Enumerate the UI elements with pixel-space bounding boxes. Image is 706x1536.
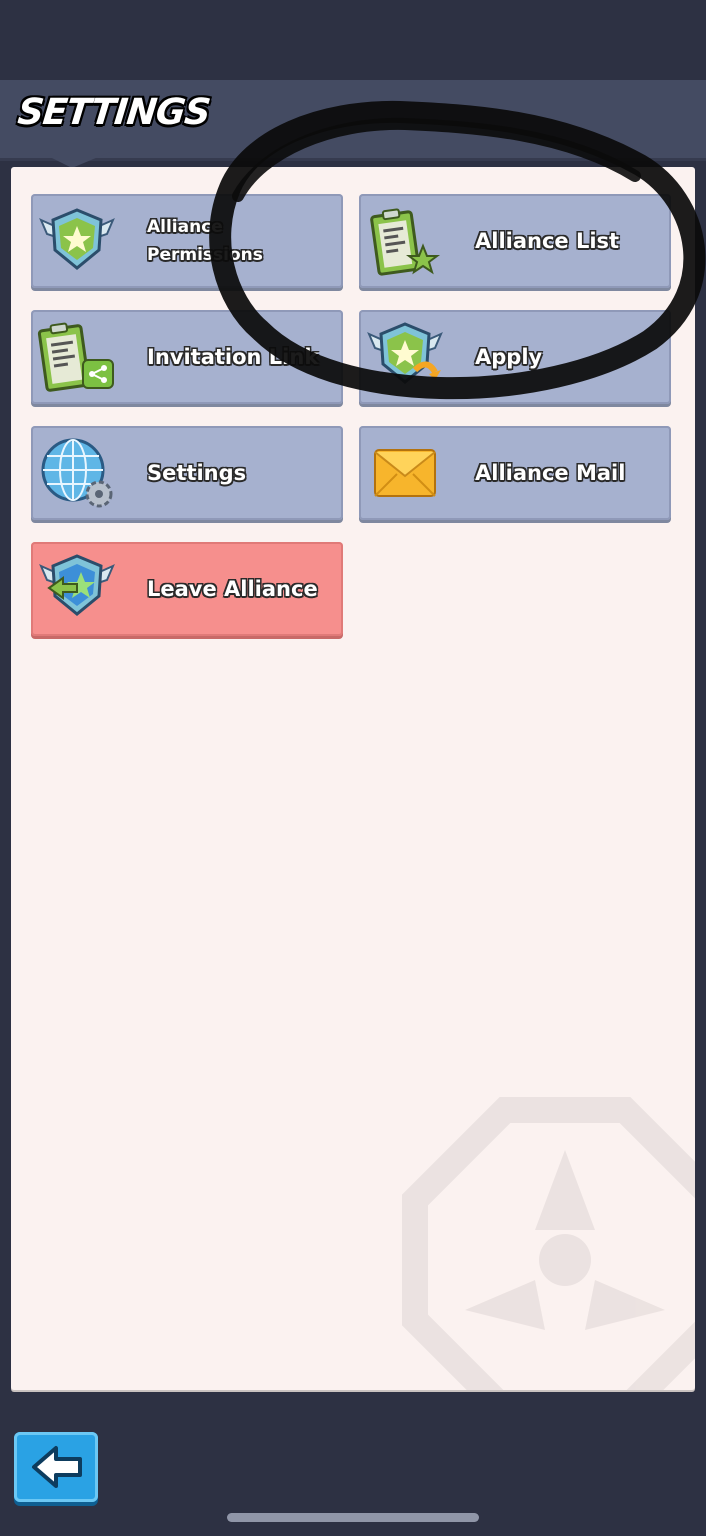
- settings-button[interactable]: Settings: [31, 426, 343, 520]
- back-arrow-icon: [32, 1446, 82, 1488]
- invitation-link-label: Invitation Link: [147, 345, 319, 369]
- status-bar-area: [0, 0, 706, 80]
- clipboard-star-icon: [370, 208, 440, 276]
- leave-alliance-label: Leave Alliance: [147, 577, 318, 601]
- alliance-badge-exit-icon: [39, 554, 115, 616]
- leave-alliance-button[interactable]: Leave Alliance: [31, 542, 343, 636]
- clipboard-share-icon: [37, 322, 114, 392]
- alliance-permissions-label: Alliance Permissions: [147, 217, 263, 265]
- apply-label: Apply: [475, 345, 543, 369]
- apply-button[interactable]: Apply: [359, 310, 671, 404]
- alliance-permissions-button[interactable]: Alliance Permissions: [31, 194, 343, 288]
- alliance-mail-button[interactable]: Alliance Mail: [359, 426, 671, 520]
- alliance-badge-arrow-icon: [367, 322, 443, 384]
- back-button[interactable]: [14, 1432, 98, 1502]
- alliance-list-button[interactable]: Alliance List: [359, 194, 671, 288]
- home-indicator: [227, 1513, 479, 1522]
- envelope-icon: [374, 449, 436, 497]
- invitation-link-button[interactable]: Invitation Link: [31, 310, 343, 404]
- settings-label: Settings: [147, 461, 247, 485]
- radiation-watermark-icon: [402, 1097, 695, 1390]
- page-title: SETTINGS: [15, 92, 212, 133]
- globe-gear-icon: [41, 438, 113, 508]
- alliance-mail-label: Alliance Mail: [475, 461, 626, 485]
- alliance-list-label: Alliance List: [475, 229, 620, 253]
- alliance-badge-icon: [39, 208, 115, 270]
